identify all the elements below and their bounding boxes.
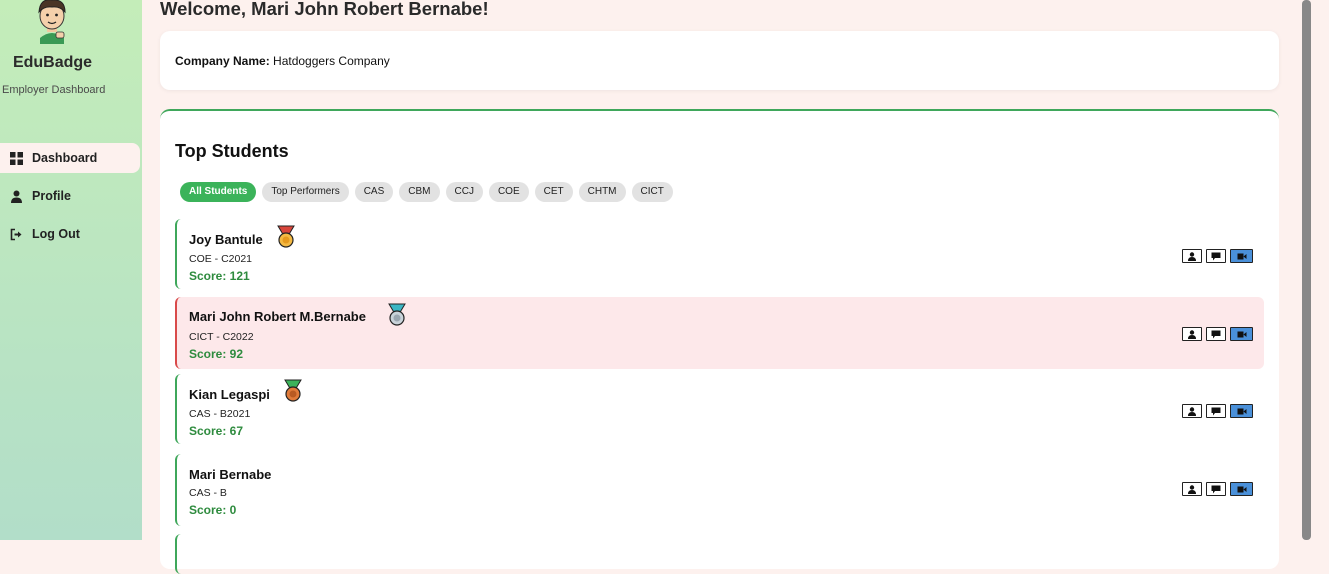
student-actions: [1182, 404, 1253, 418]
filter-chips: All Students Top Performers CAS CBM CCJ …: [180, 182, 673, 202]
user-icon: [1188, 406, 1196, 416]
sidebar-item-label: Log Out: [32, 227, 80, 241]
sidebar-nav: Dashboard Profile Log Out: [0, 143, 142, 257]
student-actions: [1182, 327, 1253, 341]
chat-icon: [1211, 485, 1221, 493]
view-profile-button[interactable]: [1182, 327, 1202, 341]
user-icon: [11, 190, 22, 203]
student-row: Joy Bantule COE - C2021 Score: 121: [175, 219, 1264, 289]
filter-cict[interactable]: CICT: [631, 182, 673, 202]
page-scrollbar[interactable]: [1302, 0, 1311, 540]
message-button[interactable]: [1206, 482, 1226, 496]
video-call-button[interactable]: [1230, 327, 1253, 341]
filter-cet[interactable]: CET: [534, 182, 573, 202]
company-info: Company Name: Hatdoggers Company: [175, 54, 390, 68]
filter-top-performers[interactable]: Top Performers: [262, 182, 349, 202]
view-profile-button[interactable]: [1182, 404, 1202, 418]
student-college-class: COE - C2021: [189, 253, 253, 265]
sidebar: EduBadge Employer Dashboard Dashboard Pr…: [0, 0, 142, 540]
student-name: Joy Bantule: [189, 232, 263, 247]
student-name: Kian Legaspi: [189, 387, 270, 402]
student-college-class: CAS - B: [189, 487, 227, 499]
filter-coe[interactable]: COE: [488, 182, 529, 202]
video-call-button[interactable]: [1230, 404, 1253, 418]
student-name: Mari John Robert M.Bernabe: [189, 309, 366, 324]
message-button[interactable]: [1206, 249, 1226, 263]
student-row: Kian Legaspi CAS - B2021 Score: 67: [175, 374, 1264, 444]
chat-icon: [1211, 330, 1221, 338]
sidebar-item-profile[interactable]: Profile: [0, 181, 140, 211]
grid-icon: [10, 151, 23, 165]
filter-all-students[interactable]: All Students: [180, 182, 257, 202]
logo-mascot-icon: [30, 0, 74, 44]
user-icon: [1188, 484, 1196, 494]
brand-name: EduBadge: [12, 54, 93, 71]
video-call-button[interactable]: [1230, 249, 1253, 263]
page-title: Welcome, Mari John Robert Bernabe!: [160, 0, 489, 19]
video-call-button[interactable]: [1230, 482, 1253, 496]
student-name: Mari Bernabe: [189, 467, 272, 482]
company-card: Company Name: Hatdoggers Company: [160, 31, 1279, 90]
student-college-class: CICT - C2022: [189, 331, 254, 343]
sidebar-item-logout[interactable]: Log Out: [0, 219, 140, 249]
view-profile-button[interactable]: [1182, 482, 1202, 496]
message-button[interactable]: [1206, 327, 1226, 341]
student-row-highlighted: Mari John Robert M.Bernabe CICT - C2022 …: [175, 297, 1264, 369]
top-students-card: Top Students All Students Top Performers…: [160, 109, 1279, 574]
filter-cas[interactable]: CAS: [354, 182, 394, 202]
bronze-medal-icon: [284, 379, 302, 402]
user-icon: [1188, 251, 1196, 261]
video-icon: [1237, 331, 1246, 337]
sidebar-item-dashboard[interactable]: Dashboard: [0, 143, 140, 173]
user-icon: [1188, 329, 1196, 339]
view-profile-button[interactable]: [1182, 249, 1202, 263]
company-label: Company Name:: [175, 54, 270, 68]
student-actions: [1182, 249, 1253, 263]
filter-chtm[interactable]: CHTM: [578, 182, 626, 202]
section-title: Top Students: [175, 141, 289, 161]
silver-medal-icon: [388, 303, 406, 326]
video-icon: [1237, 253, 1246, 259]
sidebar-item-label: Dashboard: [32, 151, 98, 165]
chat-icon: [1211, 252, 1221, 260]
student-score: Score: 92: [189, 347, 244, 361]
video-icon: [1237, 486, 1246, 492]
brand-subtitle: Employer Dashboard: [2, 84, 106, 96]
student-score: Score: 121: [189, 269, 250, 283]
student-row: [175, 534, 1264, 574]
video-icon: [1237, 408, 1246, 414]
logout-icon: [10, 228, 22, 240]
filter-ccj[interactable]: CCJ: [445, 182, 483, 202]
student-score: Score: 0: [189, 503, 237, 517]
gold-medal-icon: [277, 225, 295, 248]
student-row: Mari Bernabe CAS - B Score: 0: [175, 454, 1264, 526]
filter-cbm[interactable]: CBM: [399, 182, 440, 202]
chat-icon: [1211, 407, 1221, 415]
student-college-class: CAS - B2021: [189, 408, 251, 420]
company-value: Hatdoggers Company: [273, 54, 390, 68]
student-actions: [1182, 482, 1253, 496]
message-button[interactable]: [1206, 404, 1226, 418]
student-score: Score: 67: [189, 424, 244, 438]
sidebar-item-label: Profile: [32, 189, 71, 203]
